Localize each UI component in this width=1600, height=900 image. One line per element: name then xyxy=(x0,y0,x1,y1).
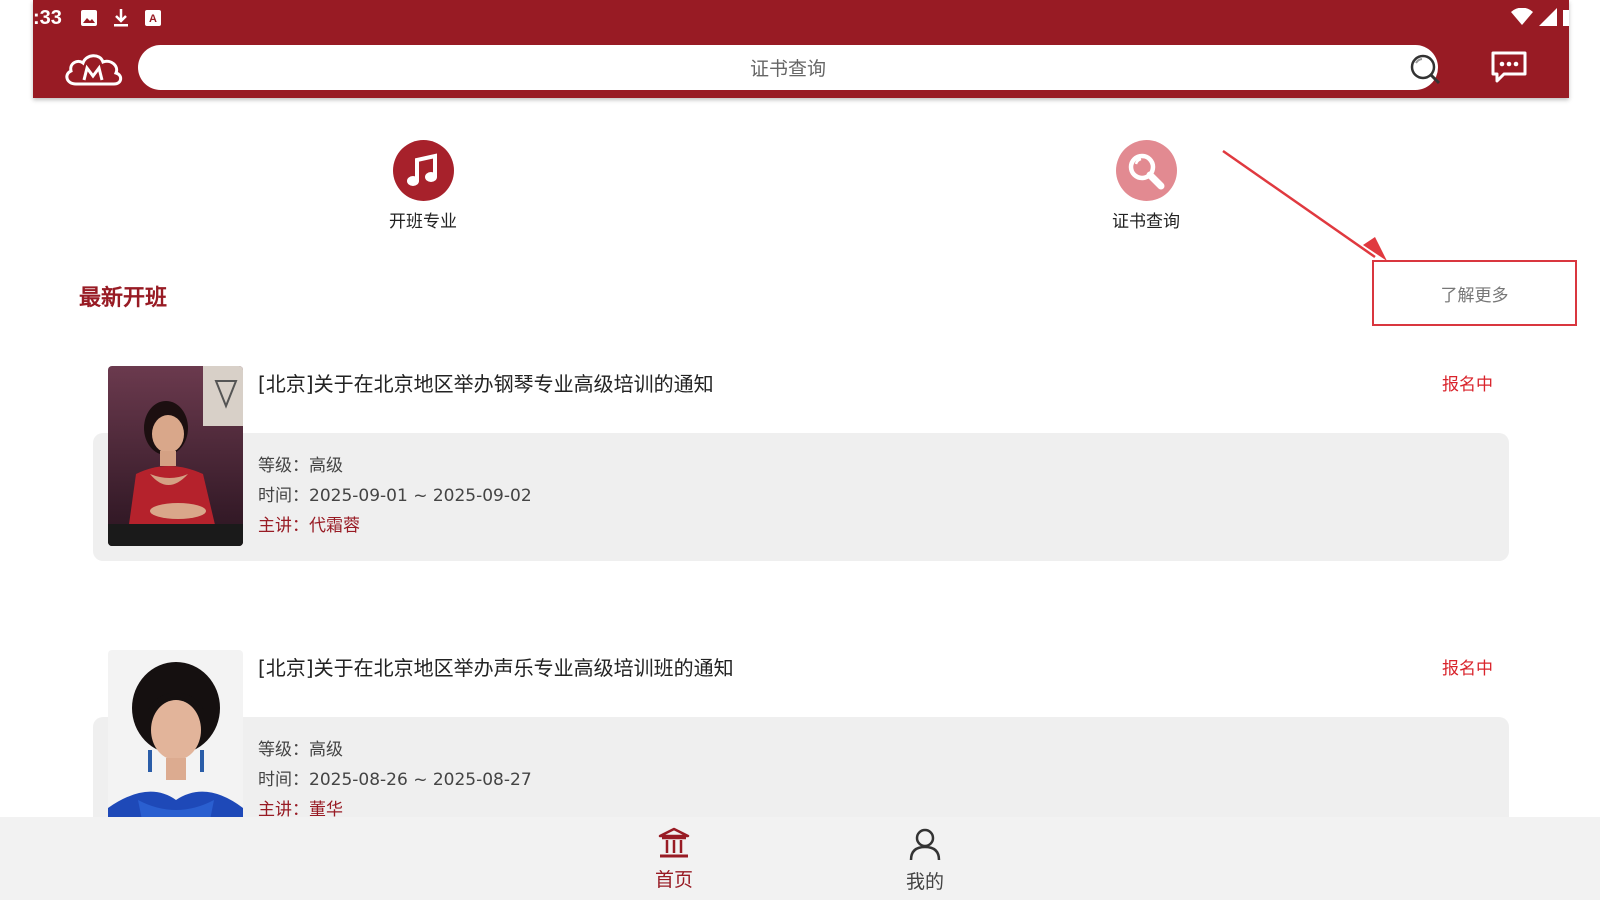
course-title[interactable]: [北京]关于在北京地区举办声乐专业高级培训班的通知 xyxy=(258,652,734,681)
annotation-arrow xyxy=(1222,149,1387,261)
course-teacher: 主讲：代霜蓉 xyxy=(258,516,360,536)
bottom-navigation: 首页 我的 xyxy=(0,817,1600,900)
quick-link-label: 证书查询 xyxy=(1112,212,1180,232)
nav-label: 首页 xyxy=(654,869,693,891)
enrollment-status-badge: 报名中 xyxy=(1442,375,1493,395)
quick-link-label: 开班专业 xyxy=(389,212,457,232)
course-photo xyxy=(108,366,243,546)
nav-item-me[interactable]: 我的 xyxy=(885,827,965,894)
quick-link-certificate[interactable]: 证书查询 xyxy=(1086,140,1206,232)
nav-label: 我的 xyxy=(905,871,944,893)
course-title[interactable]: [北京]关于在北京地区举办钢琴专业高级培训的通知 xyxy=(258,368,714,397)
download-icon xyxy=(111,8,131,28)
wifi-icon xyxy=(1511,7,1533,30)
course-card[interactable]: [北京]关于在北京地区举办声乐专业高级培训班的通知 报名中 等级：高级 时间：2… xyxy=(93,650,1509,845)
section-title: 最新开班 xyxy=(79,286,168,311)
svg-text:A: A xyxy=(149,13,157,25)
course-photo xyxy=(108,650,243,830)
status-right-icons xyxy=(1511,7,1569,30)
search-bar[interactable]: 证书查询 xyxy=(138,45,1441,90)
home-building-icon xyxy=(658,827,690,858)
nav-item-home[interactable]: 首页 xyxy=(634,827,714,892)
course-dates: 时间：2025-09-01 ~ 2025-09-02 xyxy=(258,486,532,506)
quick-link-courses[interactable]: 开班专业 xyxy=(363,140,483,232)
cloud-logo-icon[interactable] xyxy=(62,48,124,88)
top-header: :33 A 证书查询 xyxy=(33,0,1569,98)
course-dates: 时间：2025-08-26 ~ 2025-08-27 xyxy=(258,770,532,790)
course-level: 等级：高级 xyxy=(258,740,343,760)
magnifier-icon xyxy=(1115,140,1177,201)
battery-icon xyxy=(1563,8,1569,30)
keyboard-a-icon: A xyxy=(143,8,163,28)
status-bar: :33 A xyxy=(33,0,1569,38)
course-level: 等级：高级 xyxy=(258,456,343,476)
image-icon xyxy=(79,8,99,28)
learn-more-button[interactable]: 了解更多 xyxy=(1372,260,1577,326)
status-time: :33 xyxy=(33,7,62,29)
search-icon[interactable] xyxy=(1408,51,1444,87)
message-icon[interactable] xyxy=(1490,50,1528,84)
user-icon xyxy=(909,828,941,861)
course-card[interactable]: [北京]关于在北京地区举办钢琴专业高级培训的通知 报名中 等级：高级 时间：20… xyxy=(93,366,1509,561)
music-note-icon xyxy=(392,140,454,201)
search-placeholder: 证书查询 xyxy=(749,58,826,80)
enrollment-status-badge: 报名中 xyxy=(1442,659,1493,679)
signal-icon xyxy=(1539,8,1557,30)
